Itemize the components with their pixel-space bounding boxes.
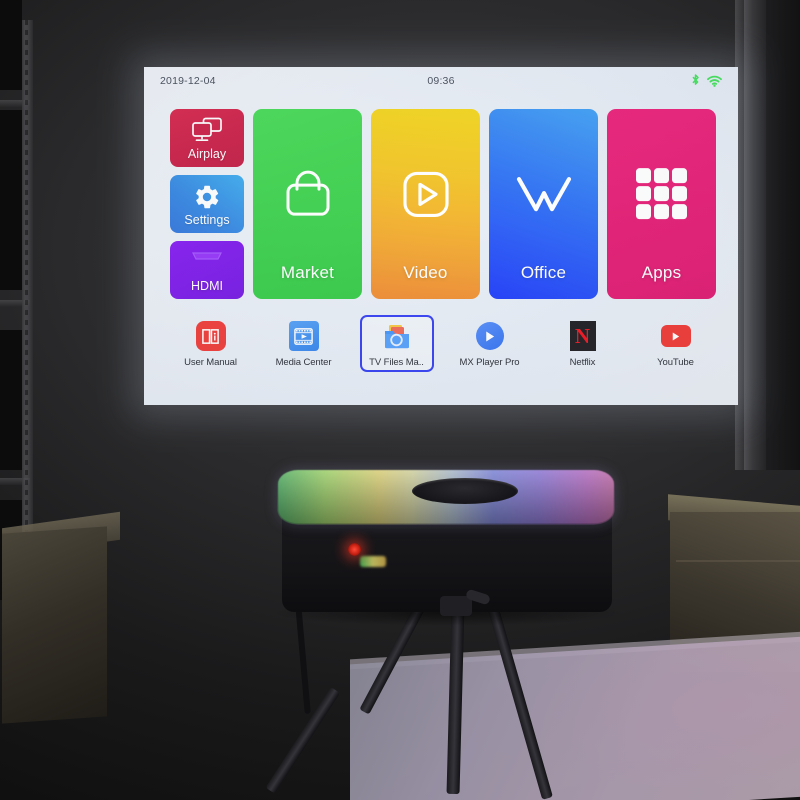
wifi-icon: [707, 75, 722, 87]
tile-label: Video: [403, 263, 448, 282]
status-bar: 2019-12-04 09:36: [144, 67, 738, 95]
app-dock: User Manual Media Center TV Files Ma.. M…: [164, 315, 722, 389]
table-surface: [350, 635, 800, 800]
dock-item-user-manual[interactable]: User Manual: [174, 315, 248, 372]
folder-icon: [382, 321, 412, 351]
tile-label: Airplay: [187, 147, 227, 162]
bluetooth-icon: [691, 74, 700, 88]
tripod-leg-far: [265, 687, 341, 794]
tile-settings[interactable]: Settings: [170, 175, 244, 233]
hdmi-port-icon: [170, 249, 244, 265]
projector-led-amber: [360, 556, 386, 567]
shopping-bag-icon: [280, 166, 336, 227]
wall-pillar: [744, 0, 766, 470]
status-clock: 09:36: [427, 75, 455, 87]
dock-label: User Manual: [184, 357, 237, 368]
dock-item-netflix[interactable]: N Netflix: [546, 315, 620, 372]
wall-corner-dark: [766, 0, 800, 470]
tile-office[interactable]: Office: [489, 109, 598, 299]
tile-label: Settings: [184, 213, 230, 228]
projector-led-power: [348, 543, 361, 556]
dock-label: YouTube: [657, 357, 694, 368]
dock-item-youtube[interactable]: YouTube: [639, 315, 713, 372]
dock-item-mx-player-pro[interactable]: MX Player Pro: [453, 315, 527, 372]
dock-item-media-center[interactable]: Media Center: [267, 315, 341, 372]
grid-3x3-icon: [634, 166, 690, 227]
small-tile-column: Airplay Settings HDMI: [170, 109, 244, 299]
film-play-icon: [288, 321, 319, 351]
cardboard-box-left: [2, 526, 107, 724]
play-circle-icon: [475, 322, 504, 350]
tile-apps[interactable]: Apps: [607, 109, 716, 299]
play-square-icon: [399, 167, 453, 226]
netflix-n-icon: N: [569, 321, 596, 351]
screen-mirror-icon: [170, 117, 244, 143]
youtube-play-icon: [660, 325, 691, 347]
tile-label: Apps: [641, 263, 682, 282]
dock-label: TV Files Ma..: [369, 357, 424, 368]
tile-video[interactable]: Video: [371, 109, 480, 299]
tile-label: Office: [520, 263, 567, 282]
tile-airplay[interactable]: Airplay: [170, 109, 244, 167]
tile-label: Market: [280, 263, 335, 282]
projector-speaker-vent: [412, 478, 518, 504]
dock-label: Netflix: [569, 357, 596, 368]
tripod-head: [440, 596, 472, 616]
box-tape-line: [676, 560, 800, 562]
tile-grid: Airplay Settings HDMI Market Video Offic…: [170, 109, 716, 299]
dock-item-tv-files-manager[interactable]: TV Files Ma..: [359, 315, 434, 372]
wps-w-icon: [513, 171, 575, 224]
tile-label: HDMI: [191, 279, 223, 294]
shelving-rack: [0, 0, 60, 600]
dock-label: Media Center: [275, 357, 332, 368]
book-info-icon: [195, 321, 226, 351]
dock-label: MX Player Pro: [459, 357, 520, 368]
projected-home-screen: 2019-12-04 09:36 Airplay Settings HDMI M…: [144, 67, 738, 405]
gear-icon: [170, 183, 244, 211]
tile-hdmi[interactable]: HDMI: [170, 241, 244, 299]
tile-market[interactable]: Market: [253, 109, 362, 299]
